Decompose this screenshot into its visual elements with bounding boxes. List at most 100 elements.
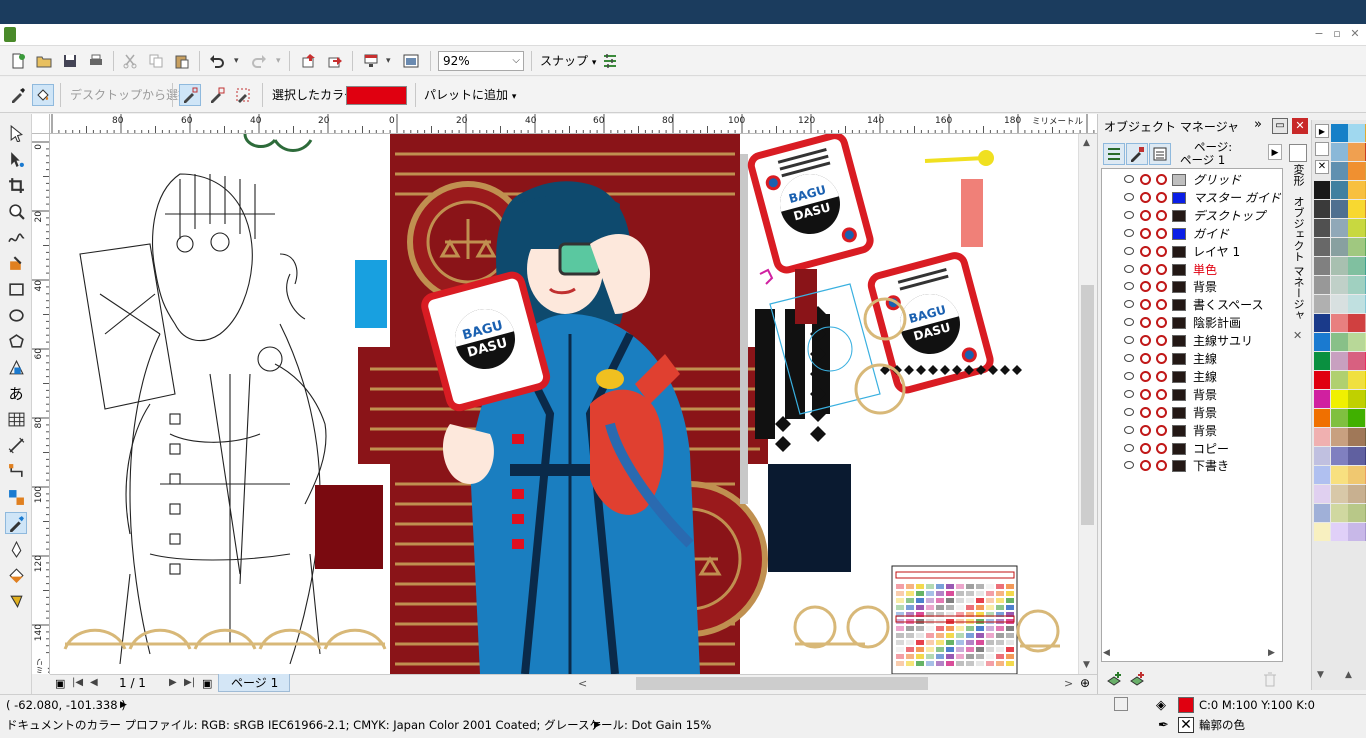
eye-icon[interactable] [1124, 264, 1134, 273]
palette-swatch[interactable] [1348, 257, 1365, 275]
table-tool-icon[interactable] [5, 408, 27, 430]
layer-color-chip[interactable] [1172, 388, 1186, 401]
lock-icon[interactable] [1156, 370, 1167, 382]
coordinates-expand-icon[interactable]: ▶ [120, 697, 127, 713]
palette-swatch[interactable] [1331, 390, 1348, 408]
palette-swatch[interactable] [1314, 485, 1330, 503]
minimize-icon[interactable]: − [1312, 26, 1326, 42]
app-icon[interactable] [4, 27, 16, 42]
copy-icon[interactable] [145, 50, 167, 72]
layer-name[interactable]: グリッド [1193, 171, 1241, 189]
layer-color-chip[interactable] [1172, 299, 1186, 312]
palette-swatch[interactable] [1314, 523, 1330, 541]
palette-swatch[interactable] [1348, 523, 1365, 541]
restore-icon[interactable]: ▫ [1330, 26, 1344, 42]
eyedropper-tool-icon[interactable] [5, 512, 27, 534]
print-icon[interactable] [1140, 370, 1151, 382]
palette-swatch[interactable] [1331, 200, 1348, 218]
layer-name[interactable]: コピー [1193, 440, 1229, 458]
lock-icon[interactable] [1156, 263, 1167, 275]
polygon-tool-icon[interactable] [5, 330, 27, 352]
horizontal-ruler[interactable]: 80 60 40 20 0 20 40 60 80 100 120 140 16… [50, 114, 1097, 134]
transform-tab-icon[interactable] [1289, 144, 1307, 162]
next-page-icon[interactable]: ▶ [169, 677, 177, 688]
layer-color-chip[interactable] [1172, 263, 1186, 276]
layer-name[interactable]: 単色 [1193, 261, 1217, 279]
scroll-right-icon[interactable]: > [1064, 677, 1073, 690]
palette-swatch[interactable] [1314, 409, 1330, 427]
lock-icon[interactable] [1156, 227, 1167, 239]
palette-swatch[interactable] [1331, 409, 1348, 427]
layer-name[interactable]: 主線 [1193, 350, 1217, 368]
export-icon[interactable] [324, 50, 346, 72]
print-icon[interactable] [1140, 209, 1151, 221]
layer-row[interactable]: ガイド [1102, 225, 1282, 243]
palette-swatch[interactable] [1331, 485, 1348, 503]
layer-name[interactable]: 下書き [1193, 457, 1229, 475]
palette-swatch[interactable] [1314, 200, 1330, 218]
eye-icon[interactable] [1124, 318, 1134, 327]
palette-eyedropper-icon[interactable] [1315, 142, 1329, 156]
palette-swatch[interactable] [1331, 371, 1348, 389]
layer-name[interactable]: 主線サユリ [1193, 332, 1253, 350]
eye-icon[interactable] [1124, 175, 1134, 183]
print-icon[interactable] [1140, 227, 1151, 239]
palette-swatch[interactable] [1331, 314, 1348, 332]
palette-swatch[interactable] [1331, 352, 1348, 370]
eye-icon[interactable] [1124, 371, 1134, 380]
zoom-tool-icon[interactable] [5, 200, 27, 222]
ellipse-tool-icon[interactable] [5, 304, 27, 326]
smart-fill-tool-icon[interactable] [5, 252, 27, 274]
palette-swatch[interactable] [1331, 333, 1348, 351]
palette-swatch[interactable] [1314, 371, 1330, 389]
snap-to-dropdown[interactable]: スナップ ▾ [540, 52, 596, 72]
eye-icon[interactable] [1124, 192, 1134, 201]
zoom-navigator-icon[interactable]: ⊕ [1080, 676, 1090, 690]
vertical-ruler[interactable]: 0 20 40 60 80 100 120 140 ミリメートル [32, 134, 50, 674]
undo-dropdown-icon[interactable]: ▾ [234, 52, 239, 70]
fill-color-swatch[interactable] [1178, 697, 1194, 713]
undo-icon[interactable] [206, 50, 228, 72]
palette-swatch[interactable] [1331, 124, 1348, 142]
palette-swatch[interactable] [1348, 504, 1365, 522]
palette-swatch[interactable] [1348, 181, 1365, 199]
color-profile-info[interactable]: ドキュメントのカラー プロファイル: RGB: sRGB IEC61966-2.… [6, 717, 711, 733]
lock-icon[interactable] [1156, 191, 1167, 203]
layer-row[interactable]: 背景 [1102, 386, 1282, 404]
layer-row[interactable]: マスター ガイド [1102, 189, 1282, 207]
layer-name[interactable]: 背景 [1193, 422, 1217, 440]
layer-name[interactable]: 主線 [1193, 368, 1217, 386]
palette-swatch[interactable] [1348, 143, 1365, 161]
palette-swatch[interactable] [1348, 238, 1365, 256]
palette-swatch[interactable] [1348, 428, 1365, 446]
docker-expand-icon[interactable]: » [1254, 117, 1262, 132]
lock-icon[interactable] [1156, 335, 1167, 347]
eye-icon[interactable] [1124, 461, 1134, 470]
palette-swatch[interactable] [1348, 276, 1365, 294]
layer-row[interactable]: 背景 [1102, 278, 1282, 296]
palette-scroll-down-icon[interactable]: ▼ [1317, 670, 1324, 680]
palette-menu-icon[interactable]: ▶ [1315, 124, 1329, 138]
zoom-level-select[interactable]: 92% ⌵ [438, 51, 524, 71]
palette-swatch[interactable] [1314, 238, 1330, 256]
print-icon[interactable] [1140, 299, 1151, 311]
layer-name[interactable]: デスクトップ [1193, 207, 1265, 225]
show-object-properties-icon[interactable] [1103, 143, 1125, 165]
fill-tool-icon[interactable] [5, 564, 27, 586]
palette-swatch[interactable] [1331, 238, 1348, 256]
layer-name[interactable]: 背景 [1193, 404, 1217, 422]
launcher-dropdown-icon[interactable]: ▾ [386, 52, 391, 70]
lock-icon[interactable] [1156, 209, 1167, 221]
palette-swatch[interactable] [1348, 295, 1365, 313]
layer-color-chip[interactable] [1172, 209, 1186, 222]
print-icon[interactable] [1140, 442, 1151, 454]
layer-row[interactable]: グリッド [1102, 171, 1282, 189]
layer-color-chip[interactable] [1172, 424, 1186, 437]
color-profile-expand-icon[interactable]: ▶ [594, 717, 601, 733]
layer-color-chip[interactable] [1172, 245, 1186, 258]
prev-page-icon[interactable]: ◀ [90, 677, 98, 688]
palette-swatch[interactable] [1331, 295, 1348, 313]
lock-icon[interactable] [1156, 245, 1167, 257]
print-icon[interactable] [1140, 263, 1151, 275]
lock-icon[interactable] [1156, 388, 1167, 400]
